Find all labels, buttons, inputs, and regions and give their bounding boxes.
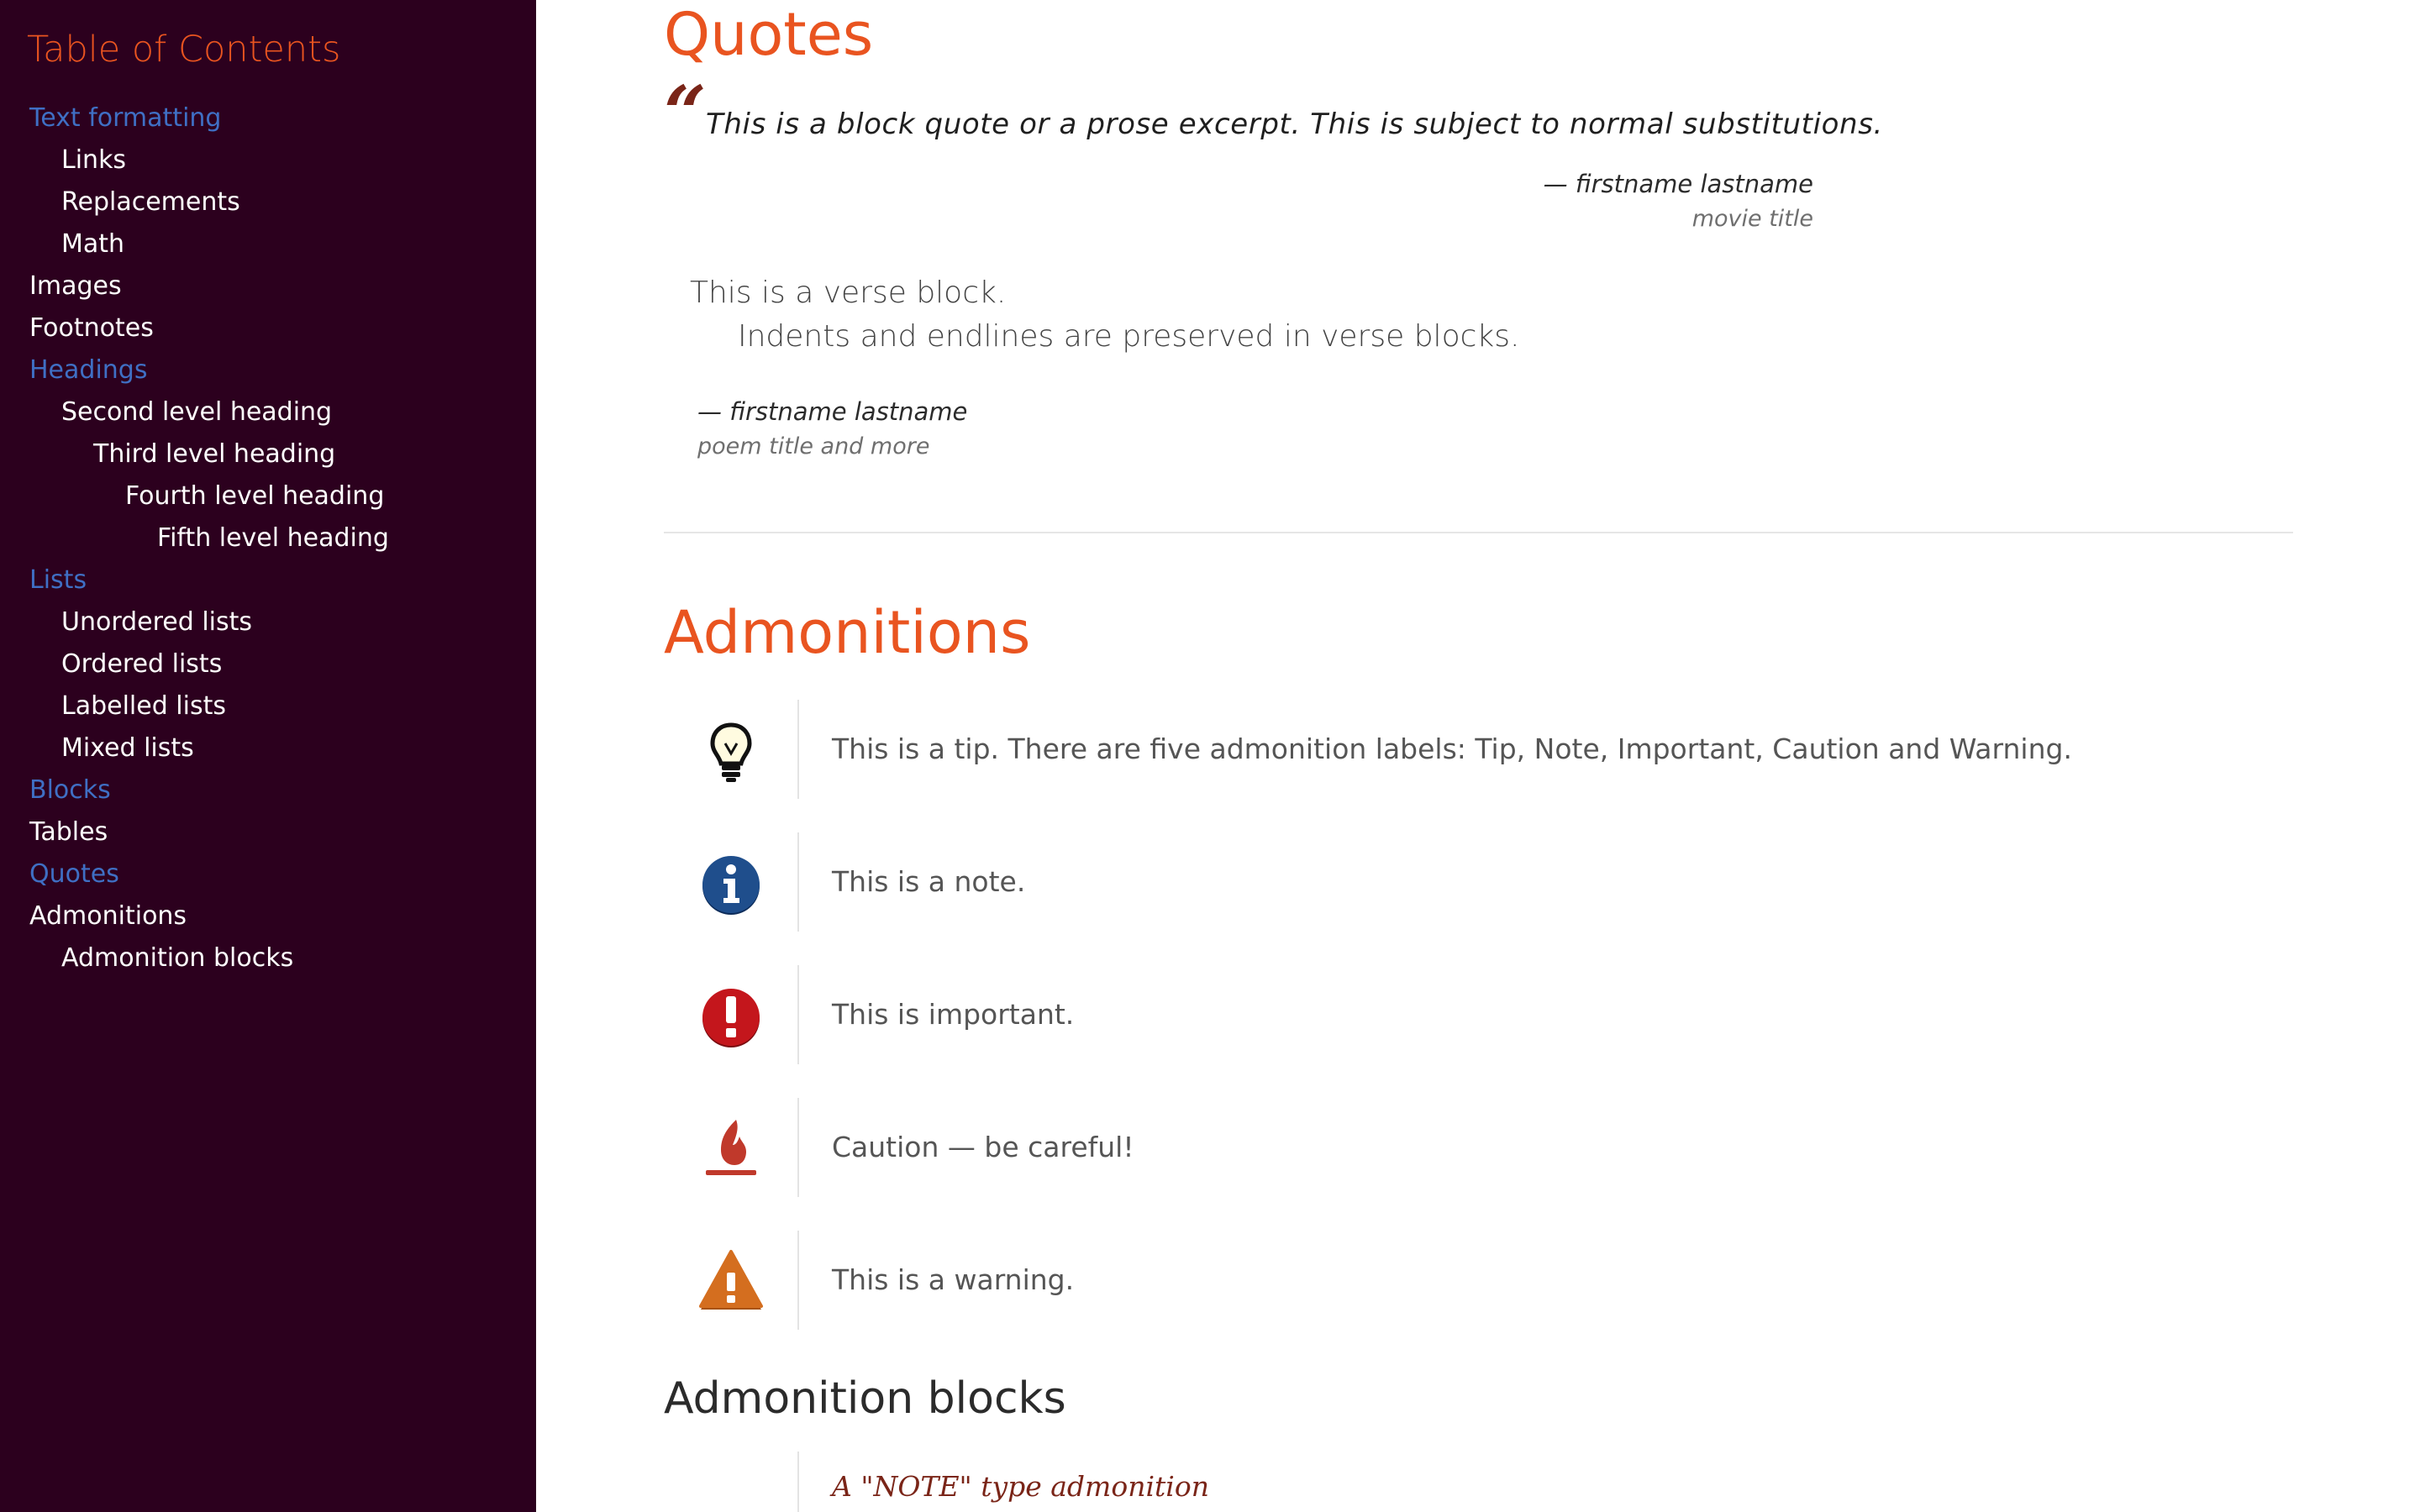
block-quote-text: This is a block quote or a prose excerpt… xyxy=(706,108,1883,141)
info-icon xyxy=(702,856,760,915)
section-heading-quotes: Quotes xyxy=(664,0,874,69)
admonition-divider xyxy=(797,1231,799,1330)
admonition-note-text: This is a note. xyxy=(832,865,1026,898)
block-quote-attribution: — firstname lastname xyxy=(536,170,1813,198)
sidebar-toc: Table of Contents Text formatting Links Re… xyxy=(0,0,536,1512)
toc-title: Table of Contents xyxy=(27,29,341,71)
verse-line-1: This is a verse block. xyxy=(690,276,1007,310)
toc-item-blocks[interactable]: Blocks xyxy=(0,769,536,811)
toc-item-tables[interactable]: Tables xyxy=(0,811,536,853)
toc-item-fifth-level-heading[interactable]: Fifth level heading xyxy=(0,517,536,559)
block-quote-citetitle-wrap: movie title xyxy=(536,206,1813,232)
toc-item-lists[interactable]: Lists xyxy=(0,559,536,601)
admonition-note: This is a note. xyxy=(664,832,2293,932)
admonition-caution-text: Caution — be careful! xyxy=(832,1131,1134,1163)
toc-item-quotes[interactable]: Quotes xyxy=(0,853,536,895)
toc-item-third-level-heading[interactable]: Third level heading xyxy=(0,433,536,475)
toc-item-ordered-lists[interactable]: Ordered lists xyxy=(0,643,536,685)
verse-citetitle: poem title and more xyxy=(697,433,930,459)
admonition-caution: Caution — be careful! xyxy=(664,1098,2293,1197)
toc-item-images[interactable]: Images xyxy=(0,265,536,307)
quote-mark-icon: “ xyxy=(664,69,707,156)
admonition-tip-text: This is a tip. There are five admonition… xyxy=(832,732,2072,765)
quote-attribution-name: — firstname lastname xyxy=(1543,170,1813,198)
toc-item-unordered-lists[interactable]: Unordered lists xyxy=(0,601,536,643)
verse-line-2: Indents and endlines are preserved in ve… xyxy=(738,319,1520,354)
lightbulb-icon xyxy=(710,722,752,782)
toc-item-admonitions[interactable]: Admonitions xyxy=(0,895,536,937)
admonition-divider xyxy=(797,1098,799,1197)
toc-item-headings[interactable]: Headings xyxy=(0,349,536,391)
section-heading-admonitions: Admonitions xyxy=(664,598,1031,667)
main-content: Quotes “ This is a block quote or a pros… xyxy=(536,0,2420,1512)
admonition-block-note: A "NOTE" type admonition xyxy=(664,1452,2293,1512)
admonition-divider xyxy=(797,1452,799,1512)
verse-attribution-name: — firstname lastname xyxy=(697,397,968,426)
warning-triangle-icon xyxy=(699,1250,763,1310)
admonition-divider xyxy=(797,832,799,932)
subsection-heading-admonition-blocks: Admonition blocks xyxy=(664,1373,1066,1424)
admonition-important: This is important. xyxy=(664,965,2293,1064)
admonition-divider xyxy=(797,965,799,1064)
toc-item-replacements[interactable]: Replacements xyxy=(0,181,536,223)
toc-list: Text formatting Links Replacements Math Imag… xyxy=(0,97,536,979)
page: Table of Contents Text formatting Links Re… xyxy=(0,0,2420,1512)
admonition-important-text: This is important. xyxy=(832,998,1075,1031)
quote-citetitle: movie title xyxy=(1691,206,1813,232)
flame-icon xyxy=(706,1120,756,1175)
admonition-warning-text: This is a warning. xyxy=(832,1263,1075,1296)
admonition-tip: This is a tip. There are five admonition… xyxy=(664,700,2293,799)
admonition-divider xyxy=(797,700,799,799)
admonition-warning: This is a warning. xyxy=(664,1231,2293,1330)
exclamation-icon xyxy=(702,989,760,1047)
toc-item-mixed-lists[interactable]: Mixed lists xyxy=(0,727,536,769)
toc-item-admonition-blocks[interactable]: Admonition blocks xyxy=(0,937,536,979)
section-divider xyxy=(664,532,2293,533)
toc-item-fourth-level-heading[interactable]: Fourth level heading xyxy=(0,475,536,517)
toc-item-second-level-heading[interactable]: Second level heading xyxy=(0,391,536,433)
admonition-block-title: A "NOTE" type admonition xyxy=(832,1470,1209,1503)
toc-item-labelled-lists[interactable]: Labelled lists xyxy=(0,685,536,727)
toc-item-links[interactable]: Links xyxy=(0,139,536,181)
toc-item-text-formatting[interactable]: Text formatting xyxy=(0,97,536,139)
toc-item-math[interactable]: Math xyxy=(0,223,536,265)
toc-item-footnotes[interactable]: Footnotes xyxy=(0,307,536,349)
